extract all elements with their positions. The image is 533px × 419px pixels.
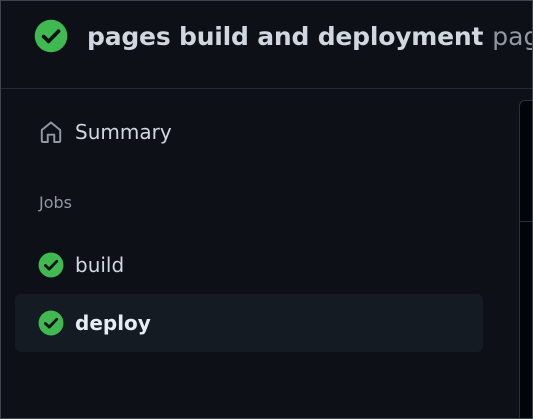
sidebar-item-label: build bbox=[75, 253, 125, 277]
sidebar-item-label: Summary bbox=[75, 120, 172, 144]
jobs-heading: Jobs bbox=[39, 193, 72, 212]
run-title: pages build and deployment bbox=[87, 21, 484, 51]
home-icon bbox=[40, 121, 62, 143]
job-log-panel bbox=[519, 100, 532, 418]
check-circle-fill-icon bbox=[34, 19, 68, 53]
workflow-run-page: pages build and deployment pag Summary J… bbox=[0, 0, 533, 419]
header-divider bbox=[1, 88, 532, 89]
check-circle-fill-icon bbox=[38, 252, 64, 278]
check-circle-fill-icon bbox=[38, 310, 64, 336]
sidebar-item-deploy[interactable]: deploy bbox=[15, 294, 483, 352]
panel-divider bbox=[520, 221, 532, 222]
sidebar-item-label: deploy bbox=[75, 311, 151, 335]
sidebar-item-build[interactable]: build bbox=[15, 236, 483, 294]
sidebar-item-summary[interactable]: Summary bbox=[15, 103, 483, 161]
run-subtitle: pag bbox=[492, 21, 532, 51]
run-header: pages build and deployment pag bbox=[34, 18, 532, 54]
